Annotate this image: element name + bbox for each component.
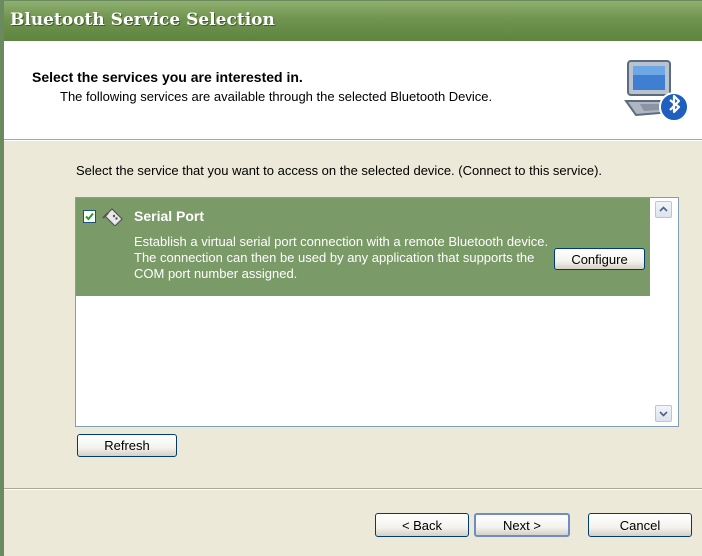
service-list[interactable]: Serial Port Establish a virtual serial p… — [75, 197, 679, 427]
dialog-window: Bluetooth Service Selection Select the s… — [0, 0, 702, 556]
chevron-down-icon — [659, 411, 668, 417]
bluetooth-computer-icon — [624, 60, 689, 122]
refresh-button[interactable]: Refresh — [77, 434, 177, 457]
title-bar[interactable]: Bluetooth Service Selection — [4, 1, 702, 41]
service-description: Establish a virtual serial port connecti… — [134, 234, 549, 281]
window-title: Bluetooth Service Selection — [10, 10, 275, 30]
list-scrollbar[interactable] — [650, 198, 678, 426]
service-name: Serial Port — [134, 208, 205, 224]
service-checkbox[interactable] — [83, 210, 96, 223]
footer-divider — [4, 488, 702, 490]
header-subtitle: The following services are available thr… — [60, 89, 493, 104]
next-button[interactable]: Next > — [474, 513, 570, 537]
scroll-down-button[interactable] — [655, 405, 672, 422]
configure-button[interactable]: Configure — [554, 248, 645, 270]
list-item-serial-port[interactable]: Serial Port Establish a virtual serial p… — [76, 198, 650, 296]
chevron-up-icon — [659, 206, 668, 212]
instruction-text: Select the service that you want to acce… — [76, 163, 603, 178]
header-divider — [4, 139, 702, 141]
header-title: Select the services you are interested i… — [32, 69, 303, 85]
checkmark-icon — [85, 212, 94, 221]
scroll-up-button[interactable] — [655, 201, 672, 218]
wizard-header: Select the services you are interested i… — [4, 41, 702, 139]
serial-port-icon — [102, 208, 123, 226]
back-button[interactable]: < Back — [375, 513, 469, 537]
cancel-button[interactable]: Cancel — [588, 513, 692, 537]
